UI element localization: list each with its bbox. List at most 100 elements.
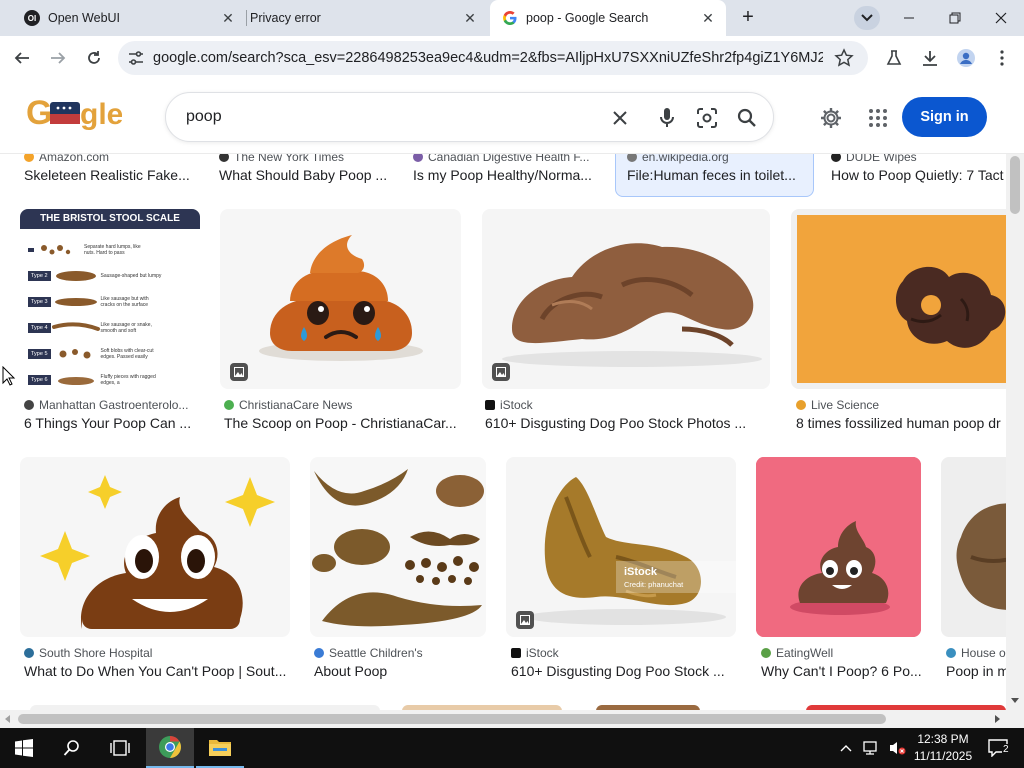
clock-date: 11/11/2025 [913, 749, 973, 763]
istock-icon [485, 400, 495, 410]
file-explorer-taskbar-button[interactable] [196, 728, 244, 768]
result-title[interactable]: The Scoop on Poop - ChristianaCar... [224, 415, 460, 431]
horizontal-scroll-thumb[interactable] [18, 714, 886, 724]
scroll-down-icon[interactable] [1011, 698, 1019, 703]
result-title[interactable]: How to Poop Quietly: 7 Tact [831, 167, 1006, 183]
stool-blobs-icon [59, 349, 91, 359]
tab-search-button[interactable] [854, 6, 880, 30]
site-settings-icon[interactable] [127, 49, 145, 67]
result-title[interactable]: What Should Baby Poop ... [219, 167, 391, 183]
chrome-icon [159, 736, 181, 758]
close-icon[interactable]: ✕ [462, 10, 478, 26]
result-source: Live Science [796, 398, 996, 412]
address-bar[interactable]: google.com/search?sca_esv=2286498253ea9e… [118, 41, 868, 75]
result-title[interactable]: About Poop [314, 663, 486, 679]
result-title[interactable]: 8 times fossilized human poop dr [796, 415, 1006, 431]
dog-poo-photo [526, 477, 726, 625]
result-image-bristol-chart[interactable]: THE BRISTOL STOOL SCALE Separate hard lu… [20, 209, 200, 389]
result-source: South Shore Hospital [24, 646, 224, 660]
scroll-left-icon[interactable] [5, 715, 10, 723]
show-hidden-icons-button[interactable] [834, 728, 858, 768]
url-text[interactable]: google.com/search?sca_esv=2286498253ea9e… [153, 50, 823, 66]
bristol-type: Type 3 [28, 297, 51, 307]
labs-button[interactable] [884, 48, 904, 68]
search-taskbar-button[interactable] [48, 728, 96, 768]
result-title[interactable]: Poop in m [946, 663, 1006, 679]
search-box[interactable]: poop [165, 92, 774, 142]
maximize-button[interactable] [943, 6, 967, 30]
close-window-button[interactable] [989, 6, 1013, 30]
result-title[interactable]: 610+ Disgusting Dog Poo Stock Photos ... [485, 415, 757, 431]
sign-in-button[interactable]: Sign in [902, 97, 987, 137]
result-source: ChristianaCare News [224, 398, 424, 412]
downloads-button[interactable] [920, 48, 940, 68]
result-image-dog-poo-2[interactable]: iStock Credit: phanuchat [506, 457, 736, 637]
result-title[interactable]: Why Can't I Poop? 6 Po... [761, 663, 921, 679]
result-title[interactable]: What to Do When You Can't Poop | Sout... [24, 663, 290, 679]
toy-poop-photo [756, 457, 921, 637]
vertical-scroll-thumb[interactable] [1010, 156, 1020, 214]
settings-button[interactable] [819, 106, 843, 130]
minimize-button[interactable] [897, 6, 921, 30]
result-source: The New York Times [219, 154, 399, 164]
tab-open-webui[interactable]: OI Open WebUI ✕ [14, 0, 246, 36]
mouse-cursor-icon [2, 366, 16, 386]
stool-smooth-icon [51, 322, 100, 331]
image-search-button[interactable] [695, 106, 719, 130]
seattle-childrens-icon [314, 648, 324, 658]
sad-poop-emoji-icon [259, 235, 423, 361]
watermark-banner: iStock Credit: phanuchat [616, 561, 736, 593]
result-title[interactable]: 6 Things Your Poop Can ... [24, 415, 196, 431]
close-icon[interactable]: ✕ [700, 10, 716, 26]
result-title[interactable]: Is my Poop Healthy/Norma... [413, 167, 599, 183]
notifications-button[interactable]: 2 [978, 728, 1018, 768]
minimize-icon [904, 17, 914, 19]
clear-search-button[interactable] [608, 106, 632, 130]
reload-button[interactable] [82, 46, 106, 70]
bristol-type: Type 4 [28, 323, 51, 333]
result-image-fossil-poop[interactable] [791, 209, 1006, 389]
result-title[interactable]: File:Human feces in toilet... [627, 167, 805, 183]
voice-search-button[interactable] [655, 106, 679, 130]
horizontal-scrollbar[interactable] [0, 710, 1024, 728]
new-tab-button[interactable]: + [738, 7, 758, 27]
result-image-toy-poop[interactable] [756, 457, 921, 637]
back-button[interactable] [10, 46, 34, 70]
search-input[interactable]: poop [186, 108, 222, 126]
network-button[interactable] [858, 728, 884, 768]
search-button[interactable] [735, 106, 759, 130]
profile-avatar-icon [957, 49, 975, 67]
forward-button[interactable] [46, 46, 70, 70]
scroll-right-icon[interactable] [995, 715, 1000, 723]
result-image-dog-poo[interactable] [482, 209, 770, 389]
image-badge-icon [516, 611, 534, 629]
live-science-icon [796, 400, 806, 410]
network-icon [863, 741, 877, 755]
menu-button[interactable] [992, 48, 1012, 68]
tab-privacy-error[interactable]: Privacy error ✕ [248, 0, 488, 36]
result-image-sad-poop-emoji[interactable] [220, 209, 461, 389]
google-apps-button[interactable] [866, 106, 890, 130]
notification-count: 2 [1002, 744, 1010, 755]
result-image-poop-shapes[interactable] [310, 457, 486, 637]
volume-button[interactable] [884, 728, 910, 768]
result-image-poop-partial[interactable] [941, 457, 1006, 637]
star-icon[interactable] [834, 48, 854, 68]
result-image-happy-poop-emoji[interactable] [20, 457, 290, 637]
chrome-taskbar-button[interactable] [146, 728, 194, 768]
vertical-scrollbar[interactable] [1006, 80, 1024, 710]
result-source: EatingWell [761, 646, 921, 660]
bristol-desc: Like sausage or snake, smooth and soft [100, 322, 152, 334]
start-button[interactable] [0, 728, 48, 768]
tab-strip: OI Open WebUI ✕ Privacy error ✕ poop - G… [0, 0, 1024, 36]
close-icon[interactable]: ✕ [220, 10, 236, 26]
result-title[interactable]: 610+ Disgusting Dog Poo Stock ... [511, 663, 733, 679]
result-source: Amazon.com [24, 154, 204, 164]
google-doodle-logo[interactable]: G gle [26, 92, 123, 132]
tab-google-search[interactable]: poop - Google Search ✕ [490, 0, 726, 36]
result-title[interactable]: Skeleteen Realistic Fake... [24, 167, 194, 183]
system-clock[interactable]: 12:38 PM 11/11/2025 [912, 731, 974, 765]
task-view-button[interactable] [96, 728, 144, 768]
profile-button[interactable] [956, 48, 976, 68]
windows-logo-icon [15, 739, 33, 757]
